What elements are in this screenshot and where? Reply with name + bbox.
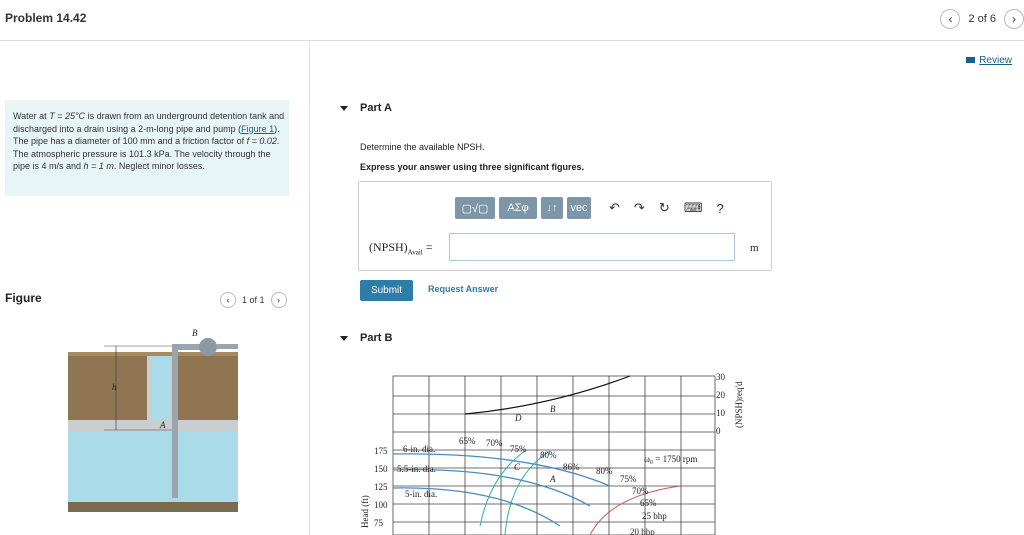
book-icon [966,57,976,64]
part-a-question: Determine the available NPSH. [360,142,485,152]
bhp-label: 25 bhp [642,511,667,521]
eff-label: 75% [620,474,637,484]
point-label-b: B [550,404,556,414]
request-answer-link[interactable]: Request Answer [428,284,498,294]
point-label-d: D [514,413,522,423]
eff-label: 86% [563,462,580,472]
part-b-header[interactable]: Part B [340,332,392,344]
point-label-a: A [549,474,556,484]
top-bar: Problem 14.42 ‹ 2 of 6 › [0,0,1024,41]
head-axis-label: Head (ft) [360,495,370,528]
prev-problem-button[interactable]: ‹ [940,9,961,29]
eff-label: 80% [540,450,557,460]
curve-label-55in: 5.5-in. dia. [397,464,436,474]
head-tick: 175 [374,446,388,456]
next-figure-button[interactable]: › [270,292,287,308]
problem-title: Problem 14.42 [5,11,87,25]
speed-label: ω₀ = 1750 rpm [644,454,697,464]
bhp-label: 20 bhp [630,527,655,535]
npsh-axis-label: (NPSH)req'd [734,381,744,428]
point-label-c: C [514,462,521,472]
npsh-tick: 10 [716,408,726,418]
eff-label: 70% [632,486,649,496]
eff-label: 65% [640,498,657,508]
figure-link[interactable]: Figure 1 [241,124,274,134]
npsh-tick: 30 [716,372,726,382]
pump-tank-figure: h B A [68,328,238,512]
problem-page-indicator: 2 of 6 [968,13,996,25]
math-toolbar: ▢√▢ ΑΣφ ↓↑ vec ↶ ↷ ↻ ⌨ ? [455,197,724,219]
eff-label: 70% [486,438,503,448]
figure-label-b: B [192,328,198,338]
answer-label: (NPSH)Avail = [369,240,433,257]
review-link[interactable]: Review [966,55,1012,66]
part-a-instruction: Express your answer using three signific… [360,162,585,172]
prev-figure-button[interactable]: ‹ [220,292,236,308]
next-problem-button[interactable]: › [1004,9,1024,29]
problem-navigation: ‹ 2 of 6 › [940,8,1024,30]
problem-statement: Water at T = 25°C is drawn from an under… [5,100,289,196]
curve-label-6in: 6-in. dia. [403,444,435,454]
answer-unit: m [750,242,759,254]
eff-label: 80% [596,466,613,476]
figure-label-a: A [159,420,166,430]
figure-page-indicator: 1 of 1 [242,295,265,305]
head-tick: 125 [374,482,388,492]
figure-navigation: ‹ 1 of 1 › [220,292,287,308]
curve-label-5in: 5-in. dia. [405,489,437,499]
redo-icon[interactable]: ↷ [634,200,645,216]
templates-button[interactable]: ▢√▢ [455,197,495,219]
head-tick: 75 [374,518,384,528]
eff-label: 65% [459,436,476,446]
undo-icon[interactable]: ↶ [609,200,620,216]
answer-input[interactable] [449,233,735,261]
subscript-button[interactable]: ↓↑ [541,197,563,219]
greek-symbols-button[interactable]: ΑΣφ [499,197,537,219]
panel-divider [309,40,310,535]
head-tick: 100 [374,500,388,510]
pump-performance-chart: 30 20 10 0 (NPSH)req'd 175 150 125 100 7… [360,372,744,535]
part-a-header[interactable]: Part A [340,102,392,114]
figure-heading: Figure [5,291,42,305]
eff-label: 75% [510,444,527,454]
vector-button[interactable]: vec [567,197,591,219]
collapse-triangle-icon [340,105,348,111]
help-icon[interactable]: ? [716,201,723,216]
keyboard-icon[interactable]: ⌨ [684,200,703,216]
reset-icon[interactable]: ↻ [659,200,670,216]
npsh-tick: 0 [716,426,721,436]
answer-box: ▢√▢ ΑΣφ ↓↑ vec ↶ ↷ ↻ ⌨ ? (NPSH)Avail = m [358,181,772,271]
npsh-tick: 20 [716,390,726,400]
collapse-triangle-icon [340,335,348,341]
figure-label-h: h [112,382,117,392]
head-tick: 150 [374,464,388,474]
submit-button[interactable]: Submit [360,280,413,301]
